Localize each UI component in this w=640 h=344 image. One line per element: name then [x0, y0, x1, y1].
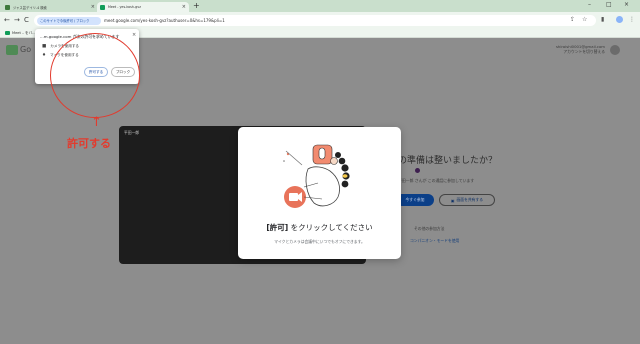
site-permission-chip[interactable]: このサイトで今後許可 / ブロック — [37, 16, 101, 25]
tab-favicon — [5, 4, 10, 10]
switch-account-link[interactable]: アカウントを切り替える — [555, 49, 605, 54]
back-button[interactable]: ← — [4, 16, 10, 24]
browser-tab-active[interactable]: Meet - yes-kosh-gvz × — [97, 2, 189, 12]
account-info: shiroishi0001@gmail.com アカウントを切り替える — [555, 44, 605, 54]
camera-icon: ■ — [42, 44, 47, 49]
permission-illustration — [283, 144, 350, 208]
tab-close-icon[interactable]: × — [182, 4, 186, 10]
annotation-label: 許可する — [67, 137, 111, 150]
annotation-arrow: ↑ — [91, 115, 102, 130]
share-icon[interactable]: ⇪ — [570, 16, 575, 23]
forward-button[interactable]: → — [14, 16, 20, 24]
minimize-button[interactable]: – — [588, 1, 591, 8]
tab-title: ジャス芸デイリ-4 検索 — [13, 5, 47, 10]
modal-description: マイクとカメラは会議中にいつでもオフにできます。 — [274, 239, 365, 244]
allow-bracket-label: [許可] — [266, 223, 289, 232]
present-label: 画面を共有する — [456, 197, 484, 202]
menu-kebab-icon[interactable]: ⋮ — [629, 16, 635, 23]
address-bar[interactable]: このサイトで今後許可 / ブロック meet.google.com/yes-ko… — [34, 15, 596, 26]
maximize-button[interactable]: □ — [606, 1, 612, 8]
mic-icon: ♦ — [42, 53, 47, 58]
meet-logo-icon — [6, 45, 18, 55]
bookmark-label: Meet – をバ... — [12, 30, 36, 35]
modal-title-text: をクリックしてください — [288, 223, 373, 232]
reload-button[interactable]: C — [24, 16, 29, 24]
meet-favicon — [100, 4, 105, 10]
participants-text: 平田一郎 さんが この通話に参加しています — [398, 178, 475, 183]
url-text[interactable]: meet.google.com/yes-kosh-gvz?authuser=0&… — [104, 18, 225, 23]
participant-avatar — [415, 168, 420, 173]
other-options-label: その他の参加方法 — [414, 226, 445, 231]
present-button[interactable]: ▣ 画面を共有する — [439, 194, 495, 206]
close-window-button[interactable]: × — [624, 1, 629, 8]
companion-mode-link[interactable]: コンパニオン・モードを使用 — [410, 238, 459, 244]
annotation-circle — [50, 33, 140, 118]
preview-name: 平田一郎 — [124, 130, 140, 135]
tab-close-icon[interactable]: × — [91, 4, 95, 10]
browser-tab-bar: ジャス芸デイリ-4 検索 × Meet - yes-kosh-gvz × + –… — [0, 0, 640, 12]
bookmark-item[interactable]: Meet – をバ... — [5, 31, 36, 36]
account-avatar[interactable] — [610, 45, 620, 55]
tab-title: Meet - yes-kosh-gvz — [108, 5, 141, 9]
meet-logo-text: Go — [20, 45, 32, 54]
modal-title: [許可] をクリックしてください — [238, 222, 401, 233]
new-tab-button[interactable]: + — [193, 1, 200, 10]
profile-avatar[interactable] — [616, 16, 623, 23]
sidepanel-icon[interactable]: ▮ — [601, 16, 604, 23]
permission-instruction-modal: [許可] をクリックしてください マイクとカメラは会議中にいつでもオフにできます… — [238, 127, 401, 259]
present-icon: ▣ — [450, 197, 455, 203]
close-icon[interactable]: × — [132, 32, 136, 38]
bookmark-star-icon[interactable]: ☆ — [582, 16, 587, 23]
browser-toolbar: ← → C このサイトで今後許可 / ブロック meet.google.com/… — [0, 12, 640, 29]
join-now-button[interactable]: 今すぐ参加 — [396, 194, 434, 206]
ready-heading: の準備は整いましたか？ — [398, 156, 498, 166]
browser-tab[interactable]: ジャス芸デイリ-4 検索 × — [2, 2, 98, 12]
meet-icon — [5, 31, 10, 35]
